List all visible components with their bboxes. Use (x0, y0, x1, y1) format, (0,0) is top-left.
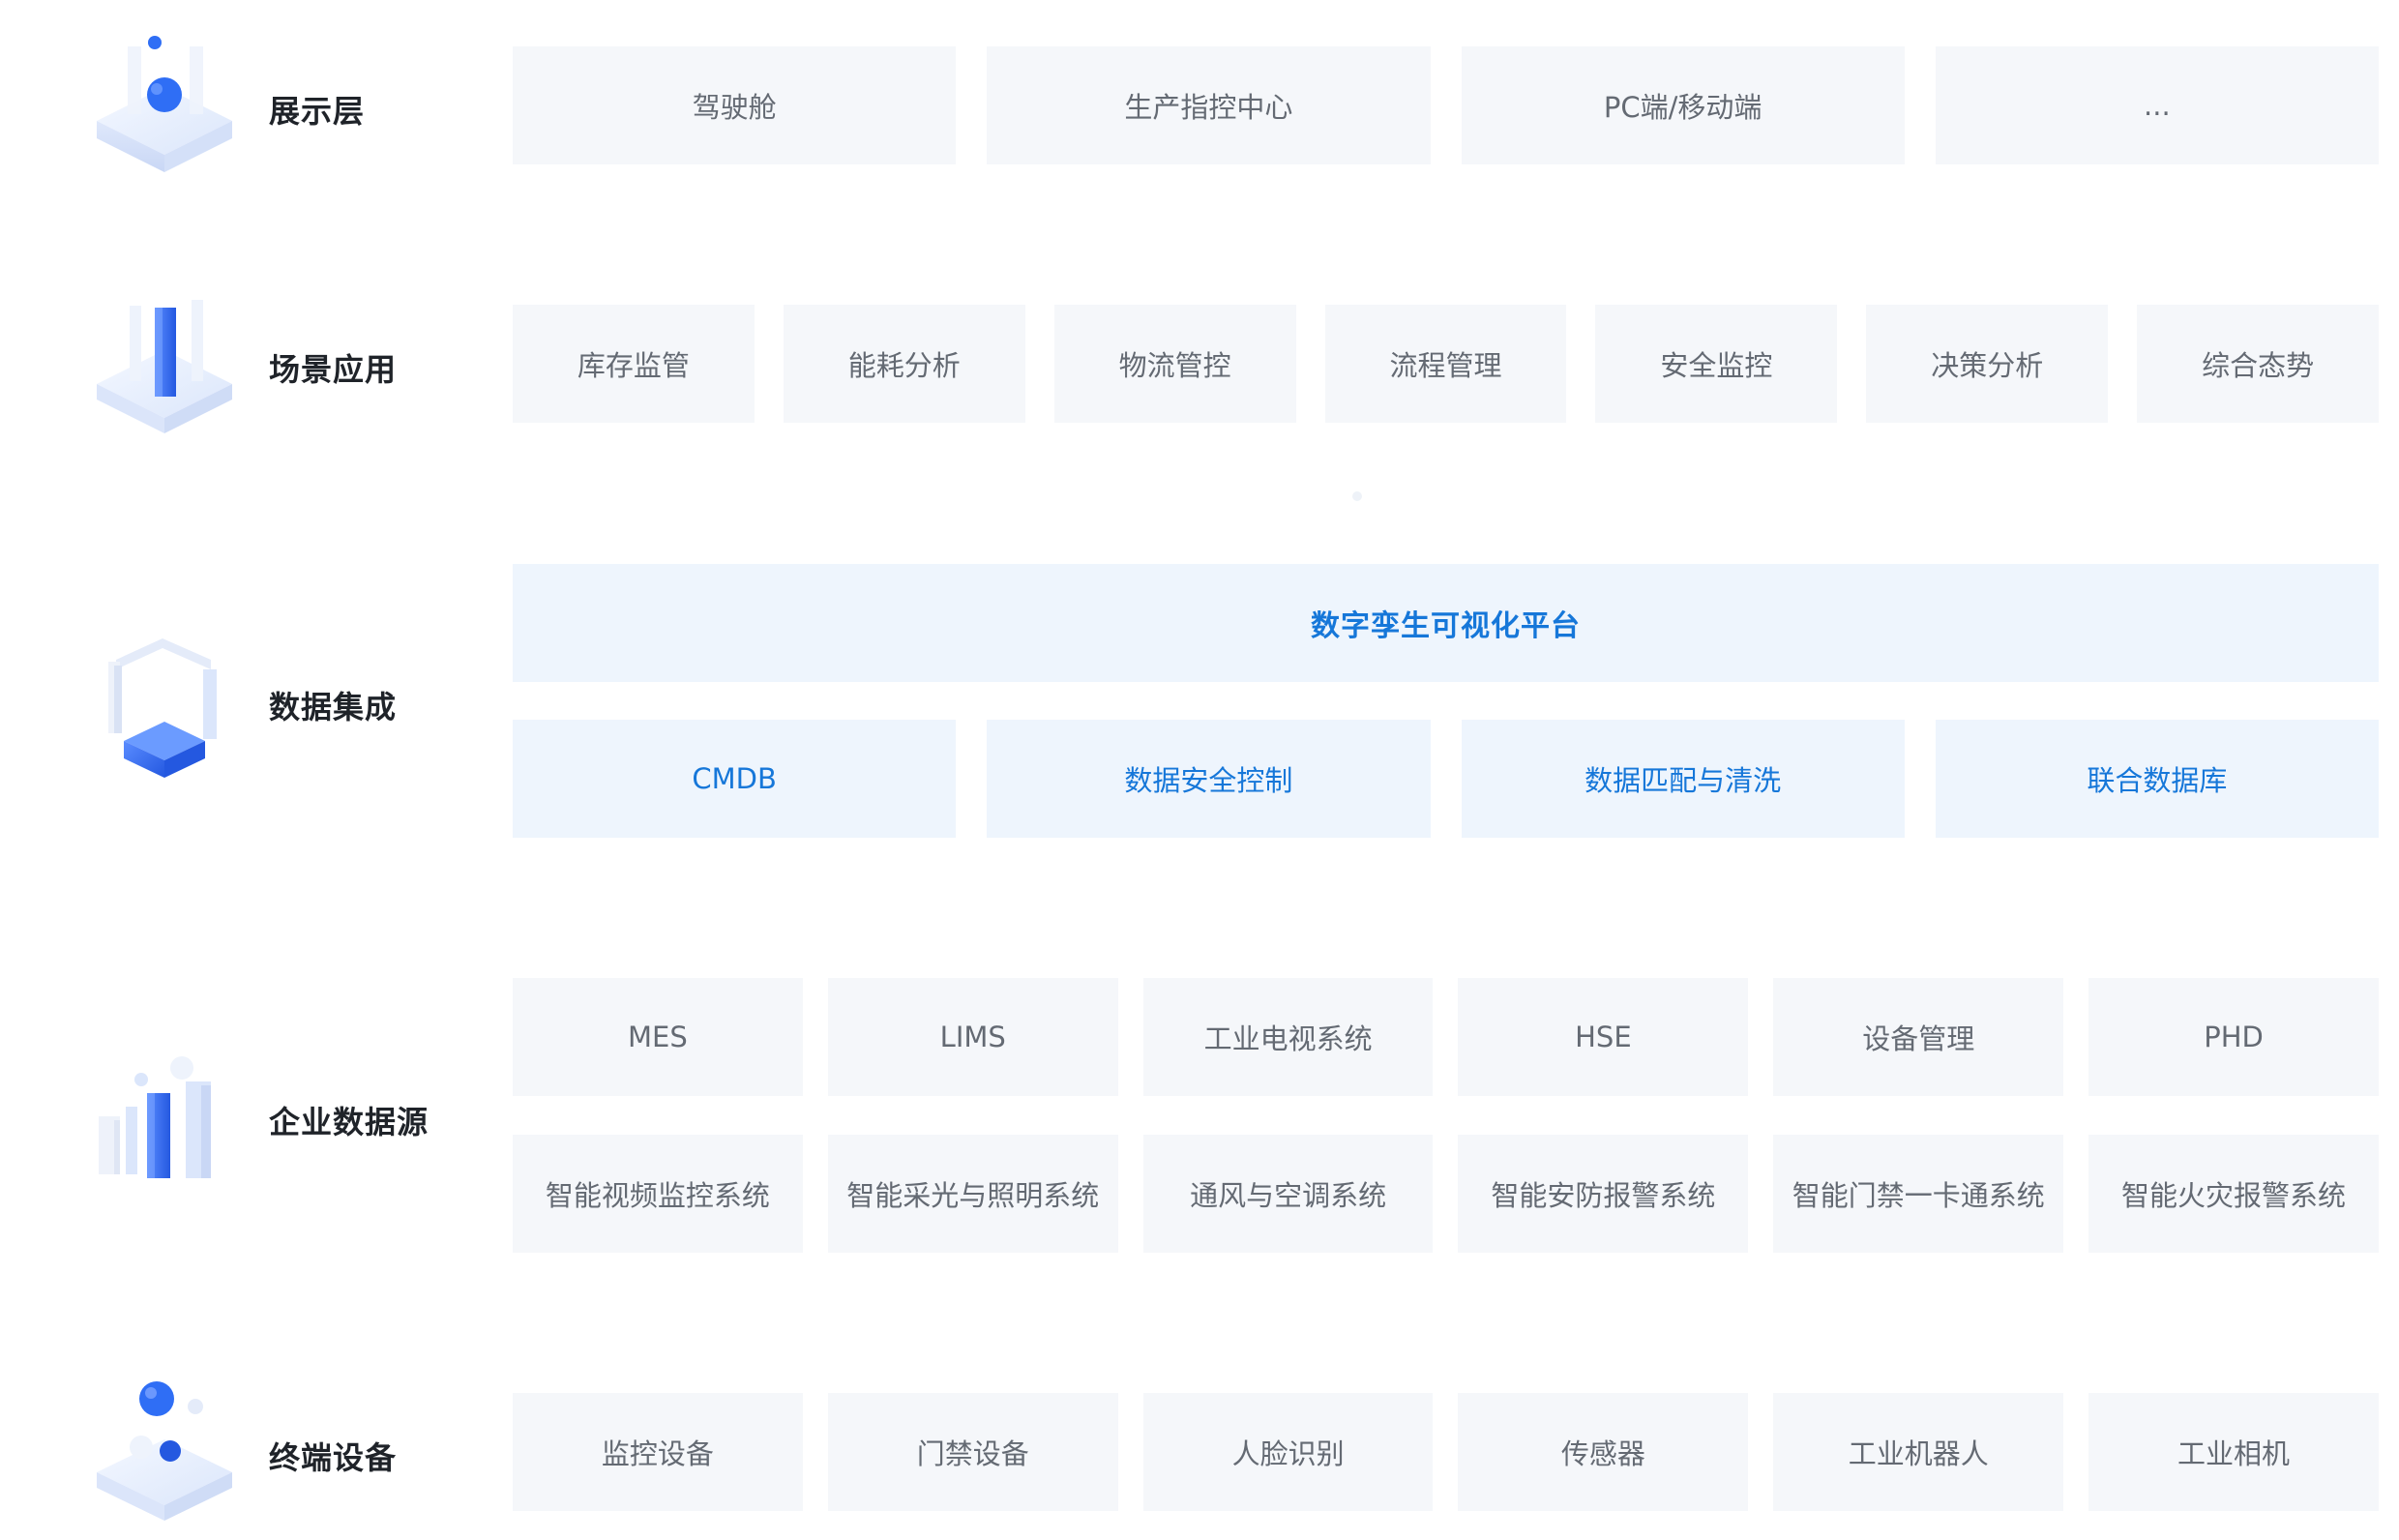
cube-sphere-icon (87, 29, 242, 184)
item-box: 监控设备 (513, 1393, 803, 1511)
item-box: 设备管理 (1773, 978, 2064, 1096)
item-box: 智能安防报警系统 (1458, 1135, 1749, 1253)
bar-columns-icon (87, 1043, 242, 1198)
item-box: 数据安全控制 (987, 720, 1431, 838)
item-box: 生产指控中心 (987, 46, 1431, 164)
item-box: 数据匹配与清洗 (1461, 720, 1905, 838)
layer-title: 企业数据源 (269, 1104, 429, 1140)
item-box: 安全监控 (1595, 305, 1838, 423)
item-box: 工业相机 (2088, 1393, 2379, 1511)
layer-title: 展示层 (269, 93, 366, 130)
item-box: PC端/移动端 (1461, 46, 1905, 164)
item-box: ... (1935, 46, 2379, 164)
cube-bubbles-icon (87, 1376, 242, 1530)
item-box: PHD (2088, 978, 2379, 1096)
item-box: 能耗分析 (783, 305, 1025, 423)
item-box: 传感器 (1458, 1393, 1749, 1511)
item-box: 联合数据库 (1935, 720, 2379, 838)
item-box: 驾驶舱 (513, 46, 957, 164)
item-box: 决策分析 (1866, 305, 2109, 423)
platform-box: 数字孪生可视化平台 (513, 564, 2379, 682)
presentation-row: 驾驶舱 生产指控中心 PC端/移动端 ... (513, 46, 2379, 164)
item-box: 智能视频监控系统 (513, 1135, 803, 1253)
item-box: 物流管控 (1053, 305, 1296, 423)
item-box: HSE (1458, 978, 1749, 1096)
item-box: 库存监管 (513, 305, 755, 423)
item-box: 通风与空调系统 (1142, 1135, 1434, 1253)
cube-pillar-icon (87, 288, 242, 443)
item-box: 工业电视系统 (1142, 978, 1434, 1096)
enterprise-row-2: 智能视频监控系统 智能采光与照明系统 通风与空调系统 智能安防报警系统 智能门禁… (513, 1135, 2379, 1253)
item-box: 智能门禁一卡通系统 (1773, 1135, 2064, 1253)
item-box: 工业机器人 (1773, 1393, 2064, 1511)
item-box: 智能采光与照明系统 (827, 1135, 1118, 1253)
terminal-row: 监控设备 门禁设备 人脸识别 传感器 工业机器人 工业相机 (513, 1393, 2379, 1511)
layer-title: 场景应用 (269, 351, 398, 388)
item-box: 综合态势 (2137, 305, 2380, 423)
layer-title: 数据集成 (269, 689, 398, 726)
item-box: MES (513, 978, 803, 1096)
integration-row: CMDB 数据安全控制 数据匹配与清洗 联合数据库 (513, 720, 2379, 838)
decorative-dot (1352, 491, 1362, 501)
item-box: CMDB (513, 720, 957, 838)
scenario-row: 库存监管 能耗分析 物流管控 流程管理 安全监控 决策分析 综合态势 (513, 305, 2380, 423)
item-box: 人脸识别 (1142, 1393, 1434, 1511)
enterprise-row-1: MES LIMS 工业电视系统 HSE 设备管理 PHD (513, 978, 2379, 1096)
item-box: 流程管理 (1324, 305, 1567, 423)
frame-cube-icon (87, 627, 242, 782)
layer-title: 终端设备 (269, 1439, 398, 1476)
item-box: LIMS (827, 978, 1118, 1096)
item-box: 智能火灾报警系统 (2088, 1135, 2379, 1253)
platform-row: 数字孪生可视化平台 (513, 564, 2379, 682)
item-box: 门禁设备 (827, 1393, 1118, 1511)
